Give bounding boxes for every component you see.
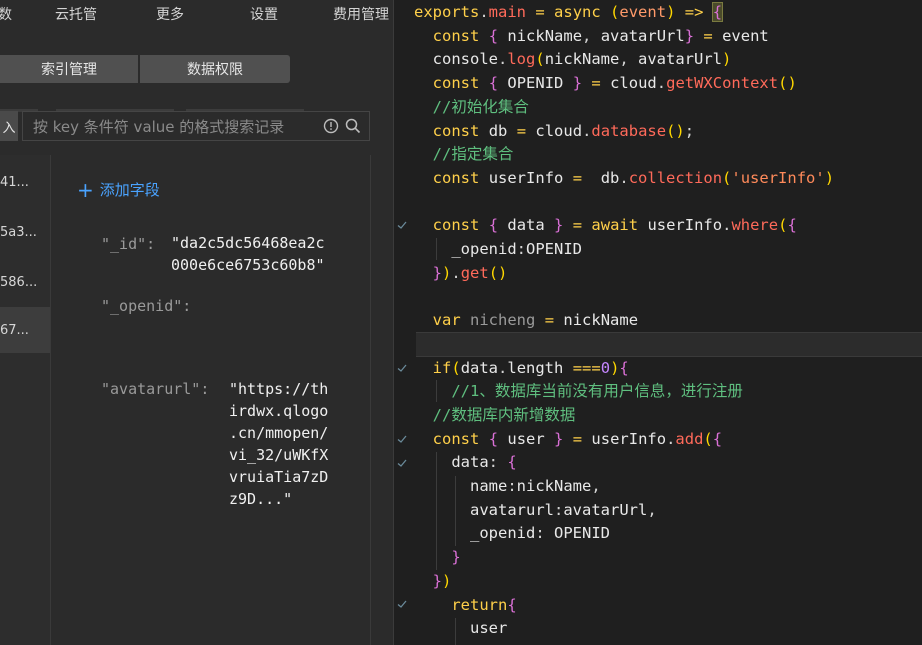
- menu-item-billing[interactable]: 费用管理: [333, 4, 389, 24]
- search-icon[interactable]: [345, 118, 361, 134]
- field-value[interactable]: "da2c5dc56468ea2c 000e6ce6753c60b8": [171, 232, 325, 276]
- record-list: 41... 5a3... 586... 67...: [0, 155, 51, 645]
- plus-icon: +: [77, 177, 94, 202]
- code-line[interactable]: //初始化集合: [414, 95, 529, 119]
- code-line[interactable]: if(data.length ===0){: [414, 356, 629, 380]
- menu-item-more[interactable]: 更多: [156, 4, 184, 24]
- check-icon: [397, 600, 407, 608]
- code-line[interactable]: //数据库内新增数据: [414, 403, 576, 427]
- check-icon: [397, 364, 407, 372]
- code-line[interactable]: var nicheng = nickName: [414, 308, 638, 332]
- search-input[interactable]: [33, 118, 318, 136]
- tab-index-management[interactable]: 索引管理: [0, 55, 138, 83]
- field-key: "_openid":: [101, 297, 192, 315]
- tab-data-permission[interactable]: 数据权限: [140, 55, 290, 83]
- code-line[interactable]: user: [414, 616, 507, 640]
- code-line[interactable]: const { nickName, avatarUrl} = event: [414, 24, 769, 48]
- code-line[interactable]: const { data } = await userInfo.where({: [414, 213, 797, 237]
- code-line[interactable]: }): [414, 569, 452, 593]
- code-line[interactable]: name:nickName,: [414, 474, 601, 498]
- record-item[interactable]: 586...: [0, 259, 50, 305]
- code-line[interactable]: return{: [414, 593, 516, 617]
- field-key: "_id":: [101, 235, 156, 253]
- code-line[interactable]: //指定集合: [414, 142, 514, 166]
- menu-item-settings[interactable]: 设置: [250, 4, 278, 24]
- code-line[interactable]: avatarurl:avatarUrl,: [414, 498, 657, 522]
- record-item[interactable]: 41...: [0, 159, 50, 205]
- check-icon: [397, 435, 407, 443]
- import-button[interactable]: 入: [0, 111, 18, 141]
- field-value[interactable]: "https://th irdwx.qlogo .cn/mmopen/ vi_3…: [229, 378, 328, 510]
- code-line[interactable]: exports.main = async (event) => {: [414, 0, 724, 24]
- code-line[interactable]: data: {: [414, 450, 516, 474]
- code-line[interactable]: }).get(): [414, 261, 508, 285]
- code-line[interactable]: const db = cloud.database();: [414, 119, 694, 143]
- field-key: "avatarurl":: [101, 380, 210, 398]
- check-icon: [397, 459, 407, 467]
- code-line[interactable]: const userInfo = db.collection('userInfo…: [414, 166, 834, 190]
- record-item-selected[interactable]: 67...: [0, 307, 50, 353]
- add-field-button[interactable]: + 添加字段: [77, 179, 160, 200]
- menu-item-data[interactable]: 数: [0, 4, 12, 24]
- code-line[interactable]: console.log(nickName, avatarUrl): [414, 47, 732, 71]
- top-menu-bar: 数 云托管 更多 设置 费用管理: [0, 0, 393, 26]
- menu-item-cloud-hosting[interactable]: 云托管: [55, 4, 97, 24]
- database-panel: 数 云托管 更多 设置 费用管理 索引管理 数据权限 入 41... 5a3..…: [0, 0, 393, 645]
- help-icon[interactable]: [323, 118, 339, 134]
- current-line-highlight: [416, 332, 922, 357]
- record-detail: + 添加字段 "_id": "da2c5dc56468ea2c 000e6ce6…: [51, 155, 371, 645]
- search-box: [22, 111, 370, 141]
- code-line[interactable]: //1、数据库当前没有用户信息，进行注册: [414, 379, 743, 403]
- add-field-label: 添加字段: [99, 181, 160, 199]
- code-editor[interactable]: exports.main = async (event) => { const …: [393, 0, 922, 645]
- record-item[interactable]: 5a3...: [0, 209, 50, 255]
- check-icon: [397, 221, 407, 229]
- code-line[interactable]: const { OPENID } = cloud.getWXContext(): [414, 71, 797, 95]
- code-line[interactable]: }: [414, 545, 460, 569]
- code-line[interactable]: const { user } = userInfo.add({: [414, 427, 722, 451]
- code-line[interactable]: _openid: OPENID: [414, 521, 610, 545]
- code-line[interactable]: _openid:OPENID: [414, 237, 582, 261]
